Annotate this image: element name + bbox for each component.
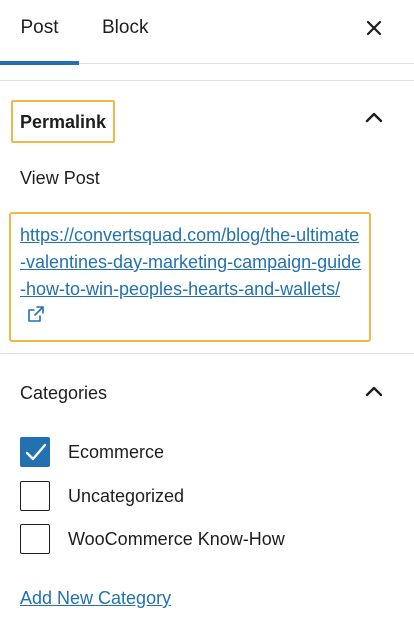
external-link-icon xyxy=(28,306,44,322)
view-post-label: View Post xyxy=(20,168,100,188)
tab-post[interactable]: Post xyxy=(0,0,79,65)
category-checkbox[interactable] xyxy=(20,524,50,554)
close-button[interactable] xyxy=(360,12,388,44)
permalink-url-link[interactable]: https://convertsquad.com/blog/the-ultima… xyxy=(20,222,362,330)
category-checkbox[interactable] xyxy=(20,437,50,467)
sidebar-tabs: Post Block xyxy=(0,0,414,65)
categories-toggle[interactable] xyxy=(363,384,385,398)
close-icon xyxy=(366,20,382,36)
category-label: Uncategorized xyxy=(68,486,185,506)
checkmark-icon xyxy=(25,443,47,461)
category-item: Uncategorized xyxy=(20,481,380,511)
permalink-panel-title[interactable]: Permalink xyxy=(20,110,106,134)
chevron-up-icon xyxy=(365,386,383,397)
permalink-toggle[interactable] xyxy=(363,110,385,124)
add-new-category-link[interactable]: Add New Category xyxy=(20,586,171,610)
category-label: WooCommerce Know-How xyxy=(68,529,285,549)
panel-divider xyxy=(0,80,414,81)
category-item: WooCommerce Know-How xyxy=(20,524,380,554)
category-label: Ecommerce xyxy=(68,442,165,462)
tab-block[interactable]: Block xyxy=(102,0,148,64)
category-checkbox[interactable] xyxy=(20,481,50,511)
categories-panel-title[interactable]: Categories xyxy=(20,381,107,405)
panel-divider xyxy=(0,353,414,354)
category-item: Ecommerce xyxy=(20,437,380,467)
permalink-url-text: https://convertsquad.com/blog/the-ultima… xyxy=(20,225,362,299)
chevron-up-icon xyxy=(365,112,383,123)
